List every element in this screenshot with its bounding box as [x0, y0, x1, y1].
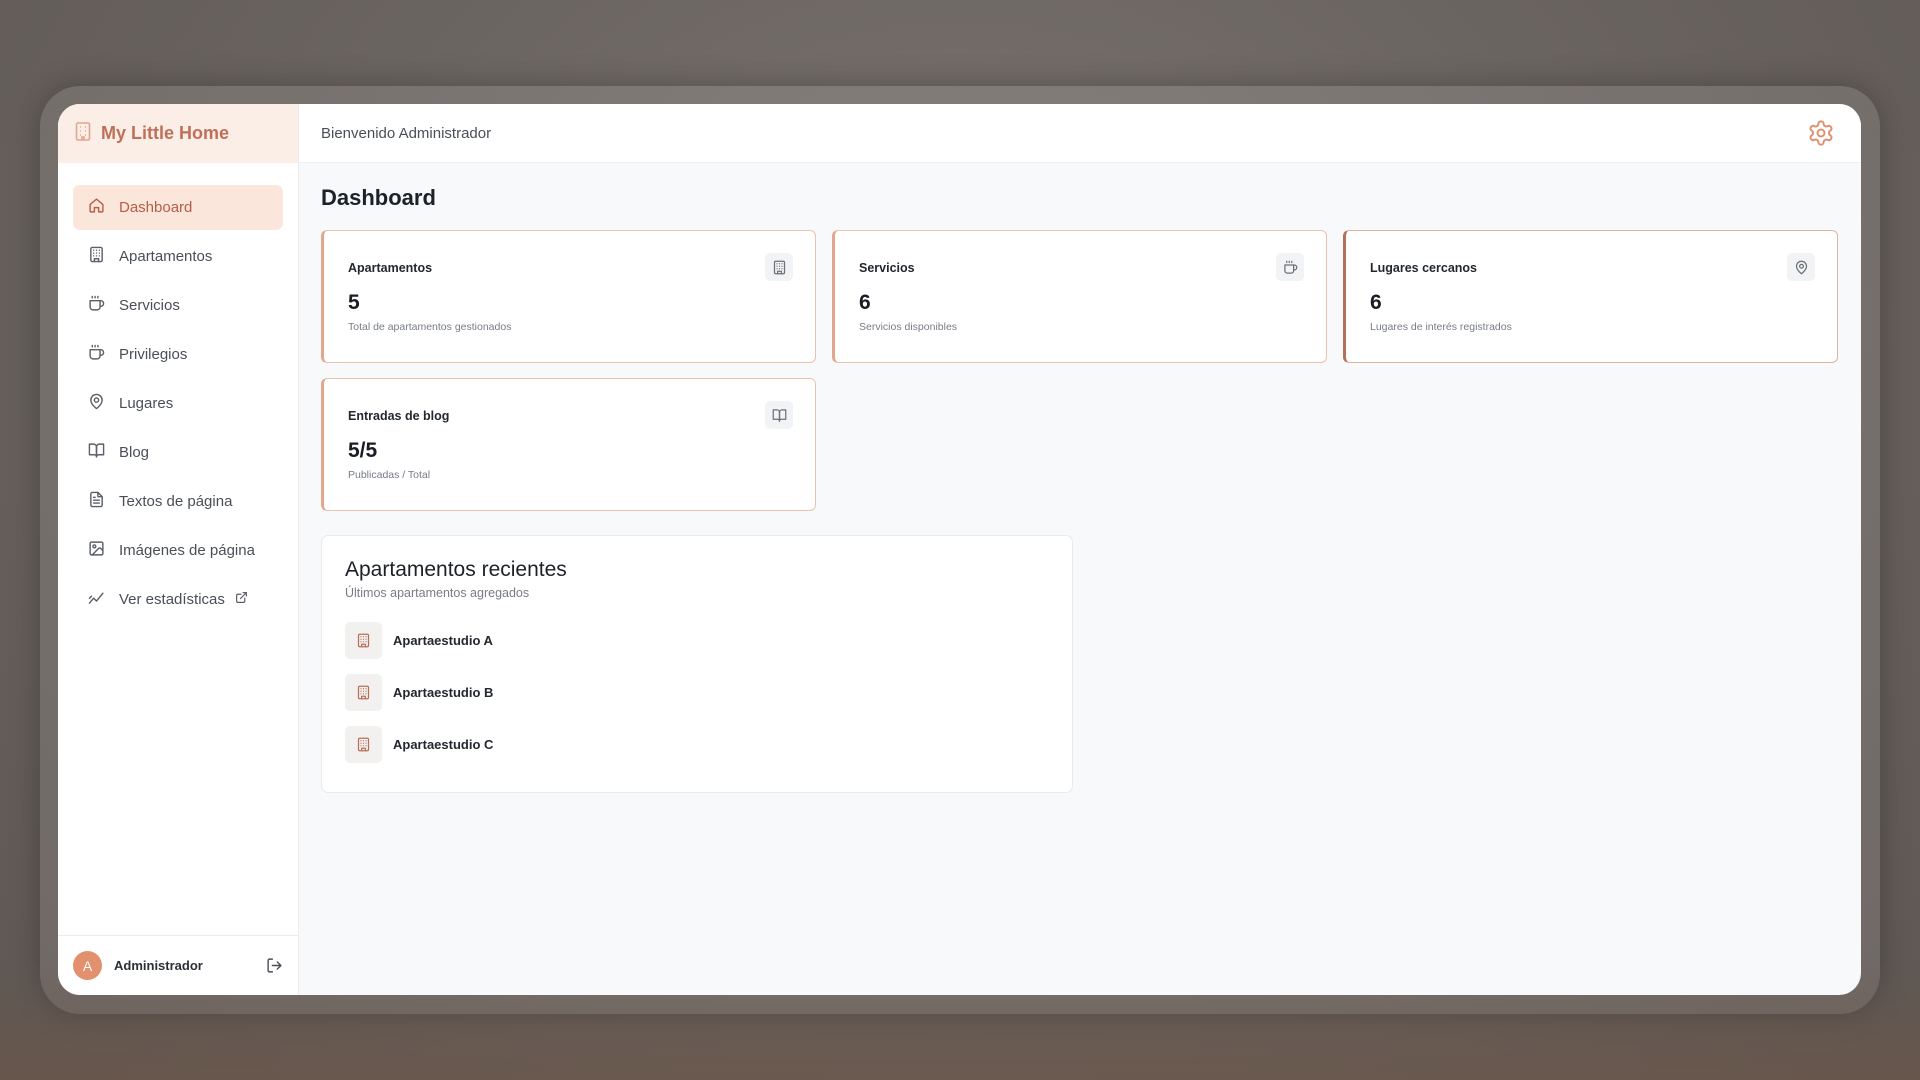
apartment-name: Apartaestudio C	[393, 737, 494, 752]
trending-icon	[88, 589, 105, 610]
main-area: Bienvenido Administrador Dashboard Apart…	[299, 104, 1861, 995]
sidebar: My Little Home Dashboard Apartamentos Se…	[58, 104, 299, 995]
building-icon	[345, 674, 382, 711]
sidebar-item-servicios[interactable]: Servicios	[73, 283, 283, 328]
sidebar-item-dashboard[interactable]: Dashboard	[73, 185, 283, 230]
sidebar-item-blog[interactable]: Blog	[73, 430, 283, 475]
user-bar: A Administrador	[58, 935, 298, 995]
stat-card-blog[interactable]: Entradas de blog 5/5 Publicadas / Total	[321, 378, 816, 511]
sidebar-item-label: Textos de página	[119, 493, 233, 510]
card-value: 5/5	[348, 439, 378, 462]
logout-icon[interactable]	[266, 957, 283, 974]
building-icon	[765, 253, 793, 281]
list-item[interactable]: Apartaestudio A	[345, 622, 1049, 659]
sidebar-item-lugares[interactable]: Lugares	[73, 381, 283, 426]
coffee-icon	[88, 295, 105, 316]
gear-icon[interactable]	[1807, 119, 1835, 152]
sidebar-item-label: Dashboard	[119, 199, 193, 216]
stat-card-apartamentos[interactable]: Apartamentos 5 Total de apartamentos ges…	[321, 230, 816, 363]
recent-subtitle: Últimos apartamentos agregados	[345, 586, 530, 600]
apartment-list: Apartaestudio A Apartaestudio B Apartaes…	[345, 622, 1049, 763]
sidebar-item-apartamentos[interactable]: Apartamentos	[73, 234, 283, 279]
user-name: Administrador	[114, 958, 203, 973]
page-title: Dashboard	[321, 185, 436, 210]
topbar: Bienvenido Administrador	[299, 104, 1861, 163]
sidebar-item-label: Blog	[119, 444, 150, 461]
list-item[interactable]: Apartaestudio C	[345, 726, 1049, 763]
book-open-icon	[765, 401, 793, 429]
recent-apartments-panel: Apartamentos recientes Últimos apartamen…	[321, 535, 1073, 793]
avatar: A	[73, 951, 102, 980]
sidebar-item-label: Apartamentos	[119, 248, 213, 265]
book-open-icon	[88, 442, 105, 463]
card-title: Servicios	[859, 261, 915, 275]
sidebar-item-label: Ver estadísticas	[119, 591, 225, 608]
sidebar-item-estadisticas[interactable]: Ver estadísticas	[73, 577, 283, 622]
card-title: Entradas de blog	[348, 409, 450, 423]
building-icon	[88, 246, 105, 267]
recent-title: Apartamentos recientes	[345, 558, 567, 581]
map-pin-icon	[88, 393, 105, 414]
stat-card-lugares[interactable]: Lugares cercanos 6 Lugares de interés re…	[1343, 230, 1838, 363]
sidebar-item-textos[interactable]: Textos de página	[73, 479, 283, 524]
building-icon	[345, 726, 382, 763]
card-subtitle: Publicadas / Total	[348, 469, 431, 481]
sidebar-item-imagenes[interactable]: Imágenes de página	[73, 528, 283, 573]
sidebar-item-label: Lugares	[119, 395, 174, 412]
coffee-icon	[88, 344, 105, 365]
sidebar-nav: Dashboard Apartamentos Servicios Privile…	[58, 163, 298, 622]
sidebar-item-label: Imágenes de página	[119, 542, 255, 559]
app-window: My Little Home Dashboard Apartamentos Se…	[58, 104, 1861, 995]
card-title: Lugares cercanos	[1370, 261, 1477, 275]
coffee-icon	[1276, 253, 1304, 281]
card-value: 6	[859, 291, 871, 314]
card-subtitle: Servicios disponibles	[859, 321, 958, 333]
card-subtitle: Lugares de interés registrados	[1370, 321, 1512, 333]
stat-card-servicios[interactable]: Servicios 6 Servicios disponibles	[832, 230, 1327, 363]
external-link-icon	[235, 591, 248, 608]
sidebar-item-label: Privilegios	[119, 346, 188, 363]
list-item[interactable]: Apartaestudio B	[345, 674, 1049, 711]
card-subtitle: Total de apartamentos gestionados	[348, 321, 512, 333]
brand-name: My Little Home	[101, 123, 230, 143]
sidebar-item-privilegios[interactable]: Privilegios	[73, 332, 283, 377]
apartment-name: Apartaestudio A	[393, 633, 493, 648]
stats-cards: Apartamentos 5 Total de apartamentos ges…	[321, 230, 1839, 511]
card-value: 6	[1370, 291, 1382, 314]
image-icon	[88, 540, 105, 561]
apartment-name: Apartaestudio B	[393, 685, 494, 700]
map-pin-icon	[1787, 253, 1815, 281]
welcome-text: Bienvenido Administrador	[321, 124, 492, 142]
home-icon	[88, 197, 105, 218]
file-text-icon	[88, 491, 105, 512]
brand-header[interactable]: My Little Home	[58, 104, 298, 163]
card-value: 5	[348, 291, 360, 314]
sidebar-item-label: Servicios	[119, 297, 180, 314]
card-title: Apartamentos	[348, 261, 433, 275]
building-icon	[75, 121, 91, 146]
building-icon	[345, 622, 382, 659]
dashboard-content: Dashboard Apartamentos 5 Total de aparta…	[299, 163, 1861, 793]
